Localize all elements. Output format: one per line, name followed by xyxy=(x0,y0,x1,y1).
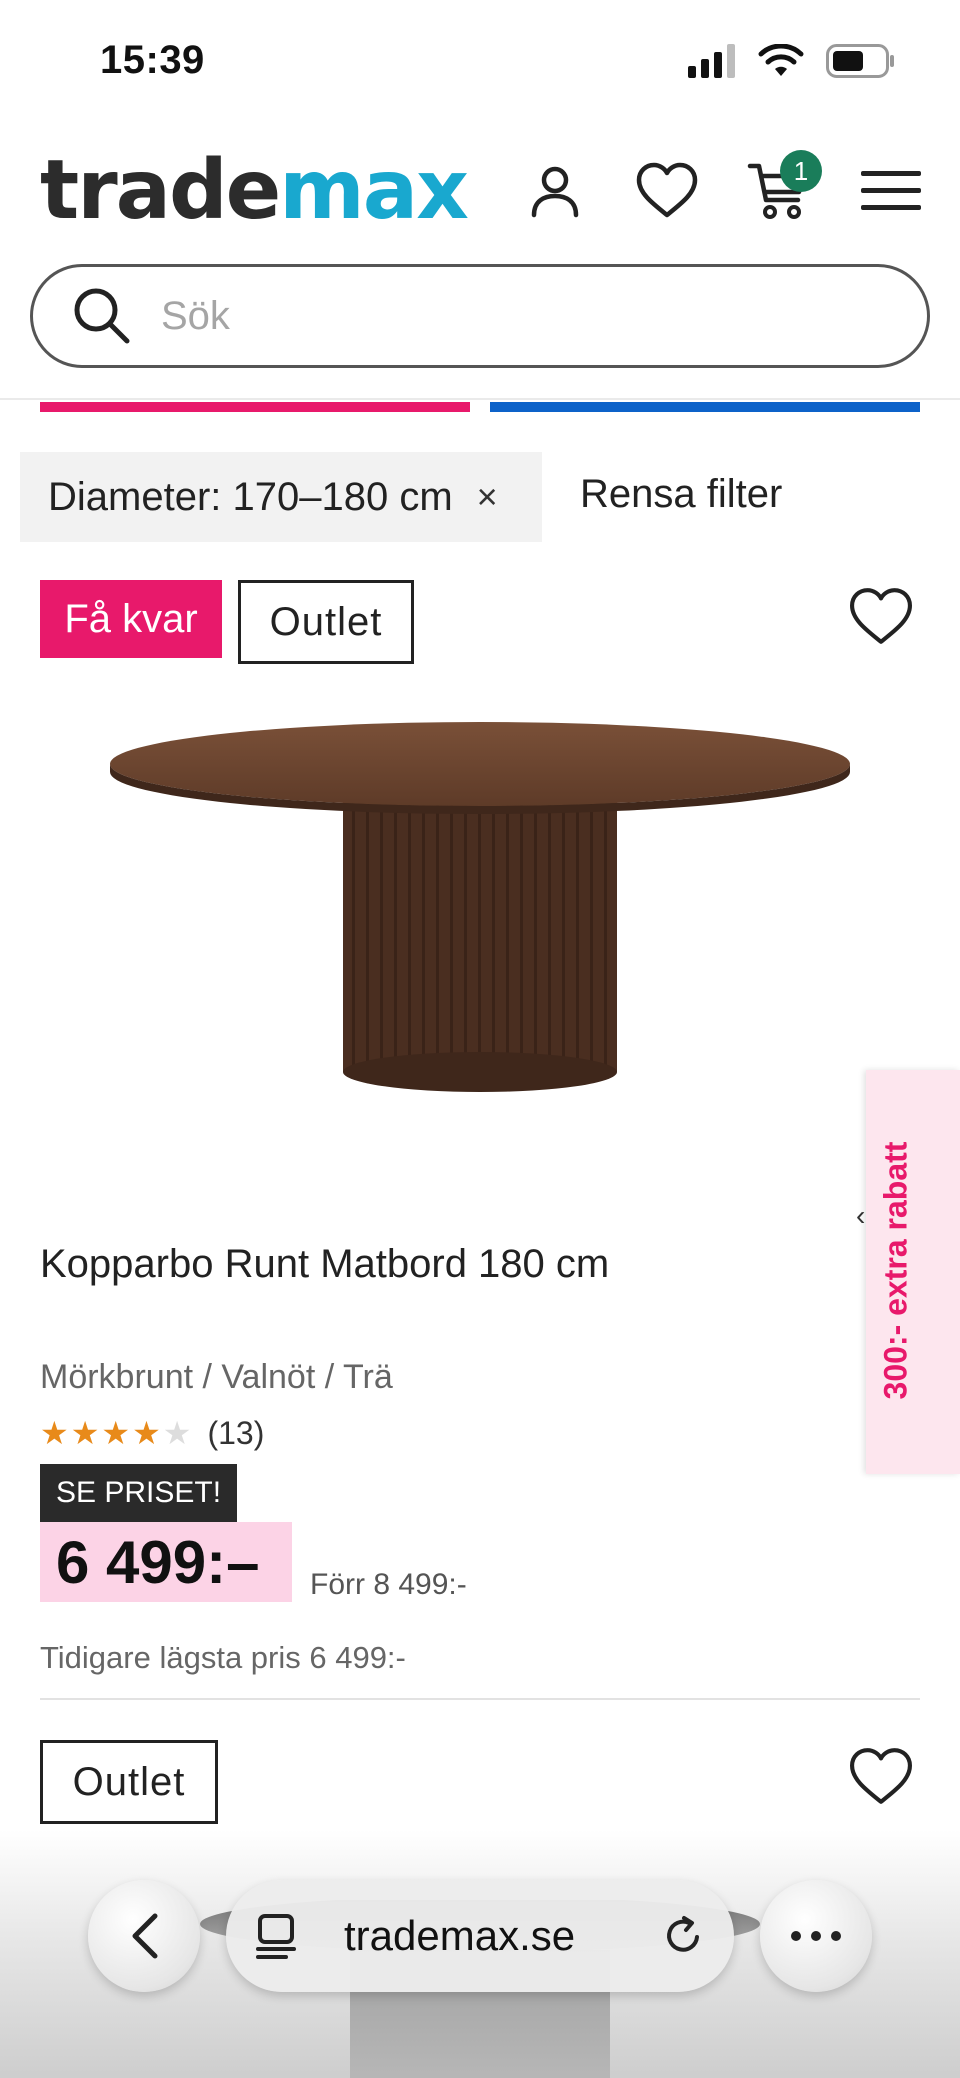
search-input[interactable] xyxy=(161,293,861,339)
stars-empty: ★ xyxy=(162,1415,194,1451)
browser-url: trademax.se xyxy=(344,1912,576,1959)
few-left-badge: Få kvar xyxy=(40,580,222,658)
wishlist-button[interactable] xyxy=(632,156,702,226)
product-title[interactable]: Kopparbo Runt Matbord 180 cm xyxy=(40,1242,609,1287)
price-box: 6 499:– xyxy=(40,1522,292,1602)
cellular-signal-icon xyxy=(688,44,736,83)
campaign-tab-blue[interactable] xyxy=(490,402,920,412)
hamburger-menu-icon xyxy=(861,171,921,210)
logo-text-max: max xyxy=(279,143,469,238)
search-icon xyxy=(74,288,130,344)
status-time: 15:39 xyxy=(100,38,205,82)
table-top xyxy=(110,722,850,806)
clear-filter-link[interactable]: Rensa filter xyxy=(580,472,782,517)
add-to-wishlist-button[interactable] xyxy=(846,586,916,653)
account-button[interactable] xyxy=(520,156,590,226)
outlet-badge: Outlet xyxy=(40,1740,218,1824)
tabs-overview-icon xyxy=(256,1914,296,1959)
heart-icon xyxy=(636,162,698,218)
filter-chip-label: Diameter: 170–180 cm xyxy=(48,474,453,519)
campaign-tab-pink[interactable] xyxy=(40,402,470,412)
header-actions: 1 xyxy=(520,150,926,226)
more-options-icon xyxy=(791,1931,841,1941)
trademax-logo[interactable]: trademax xyxy=(40,150,469,232)
status-bar: 15:39 xyxy=(0,0,960,120)
discount-side-tab[interactable]: 300:- extra rabatt xyxy=(866,1070,960,1474)
status-icons xyxy=(688,43,896,83)
cart-count-badge: 1 xyxy=(780,150,822,192)
product-variant: Mörkbrunt / Valnöt / Trä xyxy=(40,1358,393,1396)
active-filter-chip[interactable]: Diameter: 170–180 cm × xyxy=(20,452,542,542)
heart-icon xyxy=(849,588,912,644)
user-icon xyxy=(531,166,579,218)
browser-more-button[interactable] xyxy=(760,1880,872,1992)
table-base xyxy=(343,790,617,1072)
chevron-left-icon[interactable]: ‹ xyxy=(856,1200,865,1232)
review-count: (13) xyxy=(207,1414,265,1451)
star-rating-icon: ★★★★★ xyxy=(40,1414,193,1452)
browser-back-button[interactable] xyxy=(88,1880,200,1992)
stars-filled: ★★★★ xyxy=(40,1415,163,1451)
product-divider xyxy=(40,1698,920,1700)
chevron-left-icon xyxy=(132,1913,158,1959)
lowest-price-info: Tidigare lägsta pris 6 499:- xyxy=(40,1640,406,1675)
battery-icon xyxy=(826,44,896,83)
header-divider xyxy=(0,398,960,400)
product-rating[interactable]: ★★★★★ (13) xyxy=(40,1414,264,1452)
campaign-label: SE PRISET! xyxy=(40,1464,238,1522)
site-header: trademax 1 xyxy=(0,140,960,260)
discount-side-tab-label: 300:- extra rabatt xyxy=(877,1141,914,1400)
product-image[interactable] xyxy=(100,720,860,1100)
reload-icon[interactable] xyxy=(662,1915,704,1957)
previous-price: Förr 8 499:- xyxy=(310,1568,467,1601)
close-icon[interactable]: × xyxy=(477,476,498,518)
add-to-wishlist-button[interactable] xyxy=(846,1746,916,1813)
search-bar[interactable] xyxy=(30,264,930,368)
heart-icon xyxy=(849,1748,912,1804)
outlet-badge: Outlet xyxy=(238,580,414,664)
wifi-icon xyxy=(758,43,804,83)
logo-text-trade: trade xyxy=(40,143,281,238)
cart-button[interactable]: 1 xyxy=(744,150,822,226)
browser-address-bar[interactable]: trademax.se xyxy=(226,1880,734,1992)
menu-button[interactable] xyxy=(856,156,926,226)
product-price: 6 499:– xyxy=(56,1528,260,1596)
